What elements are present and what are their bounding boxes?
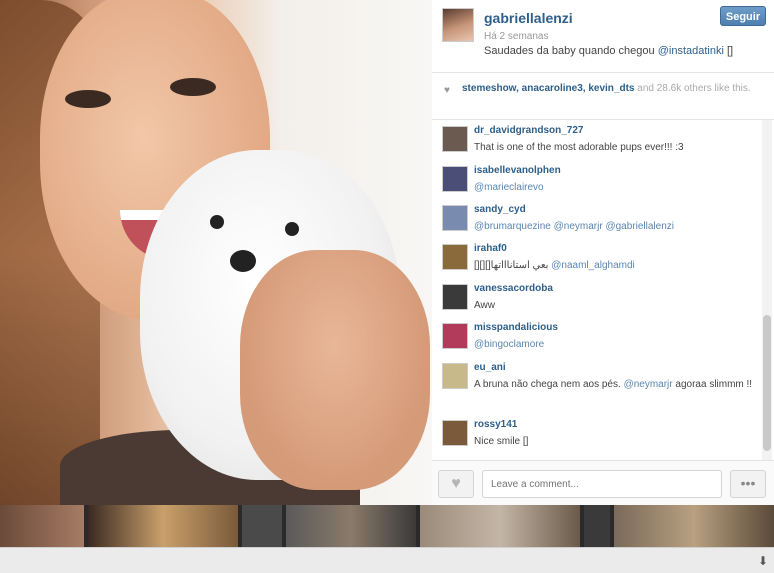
post-photo[interactable] — [0, 0, 432, 505]
comment-input[interactable] — [482, 470, 722, 498]
comment-text: [][][]بعي استاناااتها @naaml_alghamdi — [474, 258, 756, 273]
comment-text: @marieclairevo — [474, 180, 756, 195]
comment-text: Nice smile [] — [474, 434, 756, 449]
comment-mention[interactable]: @bingoclamore — [474, 339, 544, 350]
author-username[interactable]: gabriellalenzi — [484, 10, 573, 26]
comments-list[interactable]: dr_davidgrandson_727 That is one of the m… — [432, 120, 762, 460]
comment-body: A bruna não chega nem aos pés. — [474, 379, 624, 390]
commenter-avatar[interactable] — [442, 363, 468, 389]
post-caption: Saudades da baby quando chegou @instadat… — [484, 45, 733, 57]
likes-text: stemeshow, anacaroline3, kevin_dts and 2… — [462, 82, 762, 95]
scrollbar-thumb[interactable] — [763, 315, 771, 451]
likes-summary: ♥ stemeshow, anacaroline3, kevin_dts and… — [432, 73, 774, 120]
commenter-username[interactable]: isabellevanolphen — [474, 165, 561, 176]
bottom-bar: ⬇ — [0, 547, 774, 573]
photo-eye — [65, 90, 111, 108]
commenter-username[interactable]: vanessacordoba — [474, 283, 553, 294]
comment-bar: ♥ ••• — [432, 460, 774, 506]
more-options-button[interactable]: ••• — [730, 470, 766, 498]
likes-count-text: and 28.6k others like this. — [634, 83, 751, 94]
thumbnail[interactable] — [286, 505, 416, 547]
photo-eye — [170, 78, 216, 96]
heart-icon: ♥ — [451, 475, 461, 492]
caption-tail: [] — [723, 45, 734, 57]
commenter-avatar[interactable] — [442, 166, 468, 192]
comments-scrollbar[interactable] — [762, 120, 772, 460]
commenter-username[interactable]: misspandalicious — [474, 322, 558, 333]
post-header: gabriellalenzi Há 2 semanas Saudades da … — [432, 0, 774, 73]
puppy-eye — [210, 215, 224, 229]
comment-body: Nice smile [] — [474, 436, 529, 447]
comment-text: A bruna não chega nem aos pés. @neymarjr… — [474, 377, 756, 392]
commenter-avatar[interactable] — [442, 126, 468, 152]
author-avatar[interactable] — [442, 8, 474, 42]
comment-text: @bingoclamore — [474, 337, 756, 352]
thumbnail[interactable] — [0, 505, 84, 547]
photo-thumbnail-strip — [0, 505, 774, 547]
comment-body: [][][]بعي استاناااتها — [474, 260, 552, 271]
puppy-nose — [230, 250, 256, 272]
commenter-username[interactable]: rossy141 — [474, 419, 517, 430]
comment-body: Aww — [474, 300, 495, 311]
commenter-username[interactable]: dr_davidgrandson_727 — [474, 125, 583, 136]
commenter-avatar[interactable] — [442, 244, 468, 270]
comment-mention[interactable]: @marieclairevo — [474, 182, 544, 193]
caption-mention[interactable]: @instadatinki — [658, 45, 724, 57]
commenter-username[interactable]: irahaf0 — [474, 243, 507, 254]
caption-text: Saudades da baby quando chegou — [484, 45, 658, 57]
comment-body-continued: agoraa slimmm !! — [672, 379, 753, 390]
commenter-username[interactable]: eu_ani — [474, 362, 506, 373]
thumbnail[interactable] — [242, 505, 282, 547]
puppy-eye — [285, 222, 299, 236]
comment-mention[interactable]: @naaml_alghamdi — [551, 260, 635, 271]
commenter-username[interactable]: sandy_cyd — [474, 204, 526, 215]
likers-list[interactable]: stemeshow, anacaroline3, kevin_dts — [462, 83, 634, 94]
thumbnail[interactable] — [420, 505, 580, 547]
comment-mention[interactable]: @brumarquezine @neymarjr @gabriellalenzi — [474, 221, 674, 232]
commenter-avatar[interactable] — [442, 284, 468, 310]
download-arrow-icon[interactable]: ⬇ — [758, 554, 768, 568]
commenter-avatar[interactable] — [442, 323, 468, 349]
comment-text: Aww — [474, 298, 756, 313]
thumbnail[interactable] — [88, 505, 238, 547]
like-button[interactable]: ♥ — [438, 470, 474, 498]
comment-text: That is one of the most adorable pups ev… — [474, 140, 756, 155]
heart-icon: ♥ — [444, 85, 450, 96]
comment-body: That is one of the most adorable pups ev… — [474, 142, 684, 153]
photo-hand — [240, 250, 430, 490]
commenter-avatar[interactable] — [442, 420, 468, 446]
post-timestamp: Há 2 semanas — [484, 31, 549, 42]
commenter-avatar[interactable] — [442, 205, 468, 231]
more-options-icon: ••• — [740, 475, 756, 491]
thumbnail[interactable] — [614, 505, 774, 547]
follow-button[interactable]: Seguir — [720, 6, 766, 26]
thumbnail[interactable] — [584, 505, 610, 547]
comment-mention[interactable]: @neymarjr — [624, 379, 673, 390]
comment-text: @brumarquezine @neymarjr @gabriellalenzi — [474, 219, 756, 234]
post-details-panel: gabriellalenzi Há 2 semanas Saudades da … — [432, 0, 774, 506]
